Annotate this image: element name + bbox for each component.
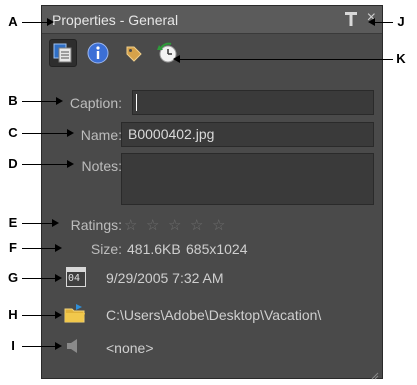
rating-star-icon[interactable]: ☆	[190, 216, 203, 234]
dimensions-value: 685x1024	[186, 241, 248, 257]
callout-d: D	[8, 156, 18, 171]
arrow-k	[173, 55, 180, 63]
callout-c: C	[8, 125, 18, 140]
arrow-i	[55, 342, 62, 350]
size-value: 481.6KB	[127, 241, 181, 257]
rating-stars: ☆ ☆ ☆ ☆ ☆	[124, 216, 254, 234]
leader-i	[22, 346, 56, 347]
name-label: Name:	[80, 127, 122, 143]
tag-icon	[126, 46, 142, 62]
leader-d	[22, 164, 68, 165]
date-value: 9/29/2005 7:32 AM	[106, 270, 224, 286]
name-value: B0000402.jpg	[128, 126, 215, 142]
pin-icon[interactable]	[344, 11, 358, 27]
leader-j	[372, 22, 393, 23]
callout-g: G	[7, 270, 19, 285]
folder-icon[interactable]	[63, 303, 87, 325]
arrow-h	[55, 311, 62, 319]
calendar-icon: 04	[66, 267, 86, 287]
callout-a: A	[8, 14, 18, 29]
leader-k	[178, 59, 393, 60]
rating-star-icon[interactable]: ☆	[124, 216, 137, 234]
tab-keywords[interactable]	[119, 39, 147, 67]
caption-label: Caption:	[69, 95, 122, 111]
ratings-label: Ratings:	[70, 217, 122, 233]
info-icon	[87, 42, 109, 64]
leader-g	[22, 278, 56, 279]
audio-value: <none>	[106, 340, 154, 356]
leader-e	[22, 223, 53, 224]
notes-label: Notes:	[81, 158, 122, 174]
callout-j: J	[397, 14, 405, 29]
speaker-icon[interactable]	[65, 338, 83, 354]
panel-title: Properties - General	[52, 12, 179, 28]
callout-f: F	[9, 240, 17, 255]
rating-star-icon[interactable]: ☆	[168, 216, 181, 234]
arrow-c	[67, 129, 74, 137]
rating-star-icon[interactable]: ☆	[146, 216, 159, 234]
callout-e: E	[8, 215, 18, 230]
leader-a	[22, 22, 48, 23]
rating-star-icon[interactable]: ☆	[212, 216, 225, 234]
notes-field[interactable]	[121, 153, 374, 205]
name-field[interactable]: B0000402.jpg	[121, 122, 374, 147]
caption-field[interactable]	[132, 90, 374, 115]
size-label: Size:	[90, 241, 122, 257]
leader-f	[22, 248, 56, 249]
properties-panel: Properties - General × Caption: Name: B0…	[41, 5, 383, 380]
callout-b: B	[8, 93, 18, 108]
arrow-e	[52, 219, 59, 227]
arrow-a	[47, 18, 54, 26]
text-cursor	[136, 94, 137, 111]
tab-metadata[interactable]	[84, 39, 112, 67]
tab-bar	[42, 35, 382, 71]
arrow-j	[368, 18, 375, 26]
tab-general[interactable]	[49, 39, 77, 67]
arrow-f	[55, 244, 62, 252]
arrow-d	[67, 160, 74, 168]
arrow-b	[56, 97, 63, 105]
leader-h	[22, 315, 56, 316]
path-value[interactable]: C:\Users\Adobe\Desktop\Vacation\	[106, 307, 321, 323]
leader-c	[22, 133, 68, 134]
arrow-g	[55, 274, 62, 282]
panel-titlebar[interactable]: Properties - General ×	[42, 6, 382, 34]
general-properties-icon	[53, 43, 72, 63]
leader-b	[22, 101, 57, 102]
callout-k: K	[396, 51, 406, 66]
resize-grip-icon[interactable]	[371, 367, 379, 380]
callout-h: H	[8, 307, 18, 322]
callout-i: I	[11, 338, 15, 353]
